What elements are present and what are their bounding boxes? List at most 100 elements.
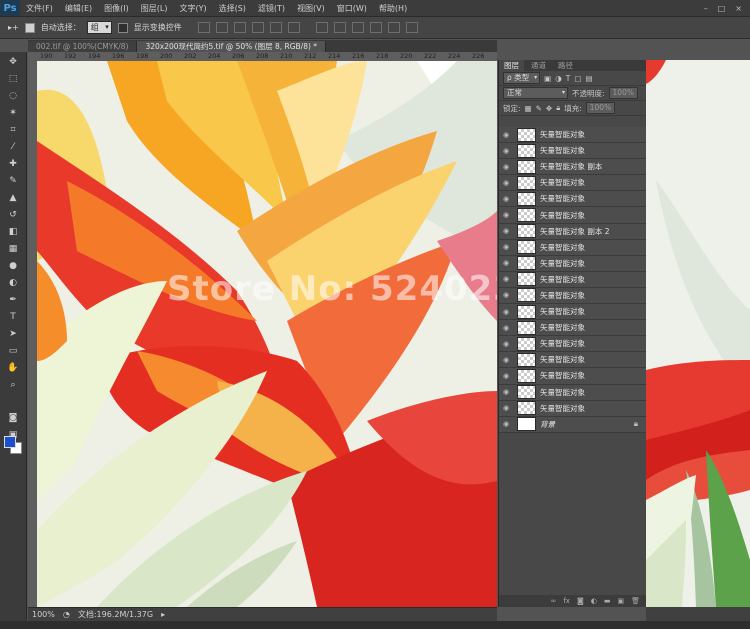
layer-row[interactable]: ◉ 矢量智能对象	[499, 127, 646, 144]
filter-shape-icon[interactable]: ▢	[574, 74, 581, 83]
visibility-eye-icon[interactable]: ◉	[499, 227, 513, 235]
align-top-icon[interactable]	[197, 22, 210, 33]
lock-brush-icon[interactable]: ✎	[536, 104, 542, 113]
lock-transparent-icon[interactable]: ▦	[525, 104, 532, 113]
tab-layers[interactable]: 图层	[499, 60, 524, 71]
layer-kind-filter[interactable]: ρ 类型	[503, 72, 541, 84]
menu-item[interactable]: 选择(S)	[213, 3, 252, 14]
layer-row[interactable]: ◉ 矢量智能对象	[499, 336, 646, 353]
layer-row[interactable]: ◉ 矢量智能对象 副本 2	[499, 223, 646, 240]
close-icon[interactable]: ×	[735, 4, 742, 13]
blur-tool-icon[interactable]: ●	[4, 259, 22, 273]
visibility-eye-icon[interactable]: ◉	[499, 275, 513, 283]
layer-row[interactable]: ◉ 矢量智能对象	[499, 400, 646, 417]
lock-move-icon[interactable]: ✥	[546, 104, 552, 113]
hand-tool-icon[interactable]: ✋	[4, 361, 22, 375]
status-info-icon[interactable]: ◔	[63, 610, 70, 619]
visibility-eye-icon[interactable]: ◉	[499, 131, 513, 139]
shape-tool-icon[interactable]: ▭	[4, 344, 22, 358]
align-bottom-icon[interactable]	[233, 22, 246, 33]
distribute-bottom-icon[interactable]	[351, 22, 364, 33]
type-tool-icon[interactable]: T	[4, 310, 22, 324]
move-tool-icon[interactable]: ✥	[4, 55, 22, 69]
zoom-level[interactable]: 100%	[32, 610, 55, 619]
menu-item[interactable]: 文字(Y)	[173, 3, 212, 14]
auto-select-dropdown[interactable]: 组	[86, 21, 112, 34]
menu-item[interactable]: 窗口(W)	[331, 3, 373, 14]
dodge-tool-icon[interactable]: ◐	[4, 276, 22, 290]
minimize-icon[interactable]: –	[704, 4, 708, 13]
blend-mode-select[interactable]: 正常	[503, 87, 568, 99]
align-left-icon[interactable]	[251, 22, 264, 33]
eraser-tool-icon[interactable]: ◧	[4, 225, 22, 239]
layer-row[interactable]: ◉ 矢量智能对象	[499, 255, 646, 272]
layer-row[interactable]: ◉ 矢量智能对象	[499, 384, 646, 401]
distribute-center-icon[interactable]	[387, 22, 400, 33]
gradient-tool-icon[interactable]: ▦	[4, 242, 22, 256]
filter-smart-icon[interactable]: ▤	[585, 74, 592, 83]
visibility-eye-icon[interactable]: ◉	[499, 356, 513, 364]
crop-tool-icon[interactable]: ⌗	[4, 123, 22, 137]
tab-channels[interactable]: 通道	[526, 60, 551, 71]
healing-tool-icon[interactable]: ✚	[4, 157, 22, 171]
pen-tool-icon[interactable]: ✒	[4, 293, 22, 307]
delete-layer-icon[interactable]: 🗑︎	[631, 597, 640, 605]
menu-item[interactable]: 滤镜(T)	[252, 3, 291, 14]
align-center-icon[interactable]	[269, 22, 282, 33]
visibility-eye-icon[interactable]: ◉	[499, 211, 513, 219]
lasso-tool-icon[interactable]: ◌	[4, 89, 22, 103]
filter-pixel-icon[interactable]: ▣	[544, 74, 551, 83]
layer-row[interactable]: ◉ 矢量智能对象	[499, 175, 646, 192]
second-document-canvas[interactable]	[646, 60, 750, 607]
visibility-eye-icon[interactable]: ◉	[499, 404, 513, 412]
menu-item[interactable]: 帮助(H)	[373, 3, 413, 14]
menu-item[interactable]: 编辑(E)	[59, 3, 98, 14]
marquee-tool-icon[interactable]: ⬚	[4, 72, 22, 86]
status-menu-arrow-icon[interactable]: ▸	[161, 610, 165, 619]
distribute-left-icon[interactable]	[369, 22, 382, 33]
distribute-right-icon[interactable]	[405, 22, 418, 33]
maximize-icon[interactable]: □	[718, 4, 726, 13]
path-select-tool-icon[interactable]: ➤	[4, 327, 22, 341]
quick-mask-icon[interactable]: ◙	[4, 411, 22, 425]
visibility-eye-icon[interactable]: ◉	[499, 324, 513, 332]
align-middle-icon[interactable]	[215, 22, 228, 33]
history-brush-tool-icon[interactable]: ↺	[4, 208, 22, 222]
visibility-eye-icon[interactable]: ◉	[499, 291, 513, 299]
tab-doc-1[interactable]: 002.tif @ 100%(CMYK/8)	[28, 41, 138, 52]
layer-row[interactable]: ◉ 矢量智能对象	[499, 320, 646, 337]
add-mask-icon[interactable]: ◙	[577, 597, 584, 605]
show-transform-checkbox[interactable]	[117, 22, 128, 33]
menu-item[interactable]: 图层(L)	[135, 3, 174, 14]
layer-row[interactable]: ◉ 矢量智能对象	[499, 352, 646, 369]
link-layers-icon[interactable]: ∞	[551, 597, 557, 605]
fill-field[interactable]: 100%	[585, 102, 616, 114]
visibility-eye-icon[interactable]: ◉	[499, 195, 513, 203]
tab-doc-2[interactable]: 320x200现代简约5.tif @ 50% (图层 8, RGB/8) *	[137, 41, 327, 52]
visibility-eye-icon[interactable]: ◉	[499, 163, 513, 171]
brush-tool-icon[interactable]: ✎	[4, 174, 22, 188]
distribute-middle-icon[interactable]	[333, 22, 346, 33]
visibility-eye-icon[interactable]: ◉	[499, 147, 513, 155]
visibility-eye-icon[interactable]: ◉	[499, 420, 513, 428]
tab-paths[interactable]: 路径	[553, 60, 578, 71]
layer-row[interactable]: ◉ 矢量智能对象	[499, 287, 646, 305]
eyedropper-tool-icon[interactable]: ⁄	[4, 140, 22, 154]
visibility-eye-icon[interactable]: ◉	[499, 308, 513, 316]
stamp-tool-icon[interactable]: ▲	[4, 191, 22, 205]
layer-row[interactable]: ◉ 矢量智能对象 副本	[499, 159, 646, 176]
align-right-icon[interactable]	[287, 22, 300, 33]
adjustment-icon[interactable]: ◐	[591, 597, 597, 605]
new-group-icon[interactable]: ▬	[604, 597, 611, 605]
lock-all-icon[interactable]: 🔒︎	[556, 103, 560, 113]
menu-item[interactable]: 视图(V)	[291, 3, 331, 14]
menu-item[interactable]: 图像(I)	[98, 3, 135, 14]
filter-adjust-icon[interactable]: ◑	[555, 74, 562, 83]
move-tool-icon[interactable]: ▸+	[8, 23, 19, 32]
opacity-field[interactable]: 100%	[608, 87, 638, 99]
new-layer-icon[interactable]: ▣	[617, 597, 624, 605]
layer-row-background[interactable]: ◉ 背景 🔒︎	[499, 416, 646, 433]
visibility-eye-icon[interactable]: ◉	[499, 340, 513, 348]
layer-row[interactable]: ◉ 矢量智能对象	[499, 271, 646, 288]
layer-row[interactable]: ◉ 矢量智能对象	[499, 239, 646, 256]
